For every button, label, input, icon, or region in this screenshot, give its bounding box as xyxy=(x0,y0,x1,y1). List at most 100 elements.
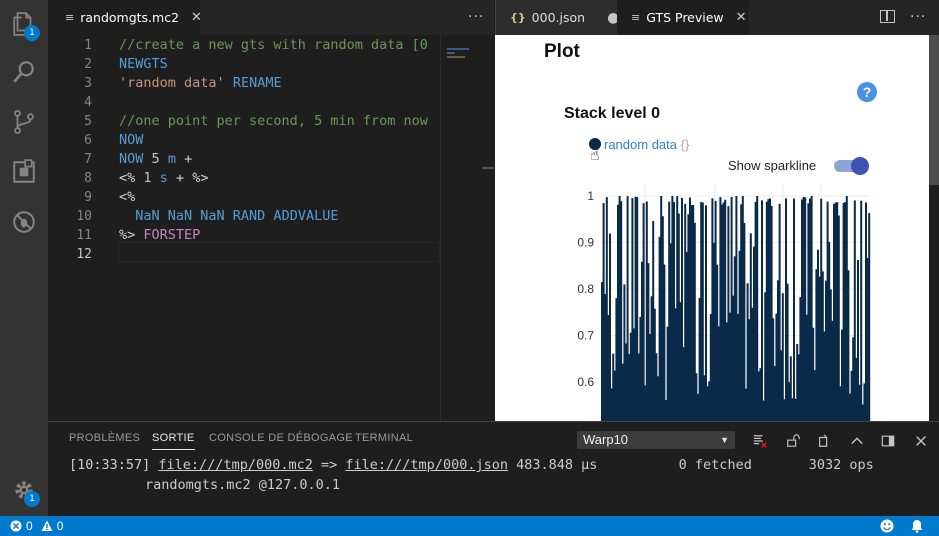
code-line: NOW xyxy=(119,132,144,148)
data-bar xyxy=(793,198,795,421)
close-icon[interactable]: ✕ xyxy=(736,10,747,25)
line-number: 3 xyxy=(84,76,92,91)
output-dest-link[interactable]: file:///tmp/000.json xyxy=(345,457,508,473)
series-legend[interactable]: random data {} xyxy=(604,137,689,152)
data-bar xyxy=(663,264,666,421)
line-number: 8 xyxy=(84,171,92,186)
current-line-highlight xyxy=(118,242,440,262)
search-icon[interactable] xyxy=(8,56,40,88)
line-number: 12 xyxy=(76,247,92,262)
code-line: 'random data' RENAME xyxy=(119,75,282,91)
tab-problems[interactable]: PROBLÈMES xyxy=(69,432,140,444)
chevron-up-icon[interactable] xyxy=(849,433,865,449)
open-log-file-icon[interactable] xyxy=(816,433,832,449)
status-bar: 0 0 xyxy=(0,516,939,536)
stack-level-title: Stack level 0 xyxy=(564,105,661,122)
tab-terminal[interactable]: TERMINAL xyxy=(355,432,413,444)
line-number: 9 xyxy=(84,190,92,205)
close-panel-icon[interactable] xyxy=(913,433,929,449)
extensions-icon[interactable] xyxy=(8,156,40,188)
debug-icon[interactable] xyxy=(8,206,40,238)
code-editor[interactable]: 1 2 3 4 5 6 7 8 9 10 11 12 //create a new gts with … xyxy=(48,35,440,421)
y-tick-label: 0.8 xyxy=(577,282,594,296)
file-lines-icon: ≡ xyxy=(65,11,75,24)
settings-badge: 1 xyxy=(24,491,40,507)
output-line-source: randomgts.mc2 @127.0.0.1 xyxy=(145,477,341,493)
error-icon xyxy=(10,520,22,532)
output-duration: 483.848 µs xyxy=(516,457,598,473)
code-line: //one point per second, 5 min from now xyxy=(119,113,428,129)
output-channel-select[interactable]: Warp10 ▼ xyxy=(577,431,735,449)
sparkline-label: Show sparkline xyxy=(728,158,817,173)
code-line: //create a new gts with random data [0 xyxy=(119,37,428,53)
more-actions-icon[interactable]: ··· xyxy=(468,0,484,35)
hand-cursor-icon: ☝ xyxy=(590,145,600,164)
code-line: NOW 5 m + xyxy=(119,151,193,167)
line-number: 1 xyxy=(84,38,92,53)
problems-status[interactable]: 0 0 xyxy=(10,519,63,533)
output-fetched: 0 fetched xyxy=(678,457,752,473)
line-number: 4 xyxy=(84,95,92,110)
y-tick-label: 0.6 xyxy=(577,375,594,389)
chevron-down-icon: ▼ xyxy=(720,435,729,445)
feedback-smiley-icon[interactable] xyxy=(880,519,894,533)
code-line: %> FORSTEP xyxy=(119,227,201,243)
toggle-panel-position-icon[interactable] xyxy=(880,433,896,449)
tab-debug-console[interactable]: CONSOLE DE DÉBOGAGE xyxy=(209,432,353,444)
source-control-icon[interactable] xyxy=(8,106,40,138)
activity-bar: 1 1 xyxy=(0,0,48,516)
tab-label: randomgts.mc2 xyxy=(80,10,180,25)
clear-output-icon[interactable] xyxy=(752,433,768,449)
output-line: [10:33:57] file:///tmp/000.mc2 => file:/… xyxy=(69,457,874,473)
sparkline-toggle[interactable] xyxy=(834,157,870,175)
tab-label: 000.json xyxy=(531,10,586,25)
line-number: 6 xyxy=(84,133,92,148)
data-bar xyxy=(868,213,871,421)
tab-randomgts[interactable]: ≡ randomgts.mc2 ✕ xyxy=(48,0,202,35)
line-number: 10 xyxy=(76,209,92,224)
scrollbar-marker xyxy=(482,167,494,169)
gts-chart[interactable]: 1 0.9 0.8 0.7 0.6 xyxy=(565,185,885,421)
data-bar xyxy=(860,200,863,421)
lock-icon[interactable] xyxy=(785,433,801,449)
output-ops: 3032 ops xyxy=(808,457,874,473)
more-actions-icon[interactable]: ··· xyxy=(910,0,926,35)
warning-count: 0 xyxy=(56,519,64,533)
editor-group-1-tabs: ≡ randomgts.mc2 ✕ ··· xyxy=(48,0,494,35)
notifications-bell-icon[interactable] xyxy=(910,519,924,533)
y-tick-label: 0.9 xyxy=(577,236,594,250)
close-icon[interactable]: ✕ xyxy=(191,10,202,25)
json-braces-icon: {} xyxy=(510,11,526,24)
warning-icon xyxy=(41,520,53,531)
tab-000-json[interactable]: {} 000.json ● xyxy=(496,0,619,35)
editor-group-2-tabs: {} 000.json ● ≡ GTS Preview ✕ ··· xyxy=(495,0,939,35)
minimap[interactable] xyxy=(440,35,494,421)
line-number: 7 xyxy=(84,152,92,167)
split-editor-icon[interactable] xyxy=(880,10,895,23)
gts-preview-pane: Plot ? Stack level 0 random data {} ☝ Sh… xyxy=(495,35,929,421)
output-time: [10:33:57] xyxy=(69,457,151,473)
line-number: 5 xyxy=(84,114,92,129)
code-line: NEWGTS xyxy=(119,56,168,72)
y-tick-label: 0.7 xyxy=(577,329,594,343)
data-bar xyxy=(761,200,763,421)
bottom-panel: PROBLÈMES SORTIE CONSOLE DE DÉBOGAGE TER… xyxy=(48,421,939,516)
code-line: <% xyxy=(119,189,136,205)
file-lines-icon: ≡ xyxy=(631,11,641,24)
help-icon[interactable]: ? xyxy=(857,82,877,102)
tab-gts-preview[interactable]: ≡ GTS Preview ✕ xyxy=(617,0,749,35)
page-title: Plot xyxy=(544,41,580,62)
output-source-link[interactable]: file:///tmp/000.mc2 xyxy=(158,457,312,473)
code-line: <% 1 s + %> xyxy=(119,170,209,186)
output-channel-value: Warp10 xyxy=(583,432,629,447)
preview-scrollbar[interactable] xyxy=(929,35,939,421)
y-tick-label: 1 xyxy=(587,189,594,203)
line-number: 11 xyxy=(76,228,92,243)
error-count: 0 xyxy=(26,519,33,533)
series-tags: {} xyxy=(680,137,690,152)
code-line: NaN NaN NaN RAND ADDVALUE xyxy=(135,208,339,224)
output-arrow: => xyxy=(321,457,338,473)
tab-output[interactable]: SORTIE xyxy=(152,432,195,450)
explorer-badge: 1 xyxy=(24,25,40,41)
series-name: random data xyxy=(604,137,677,152)
